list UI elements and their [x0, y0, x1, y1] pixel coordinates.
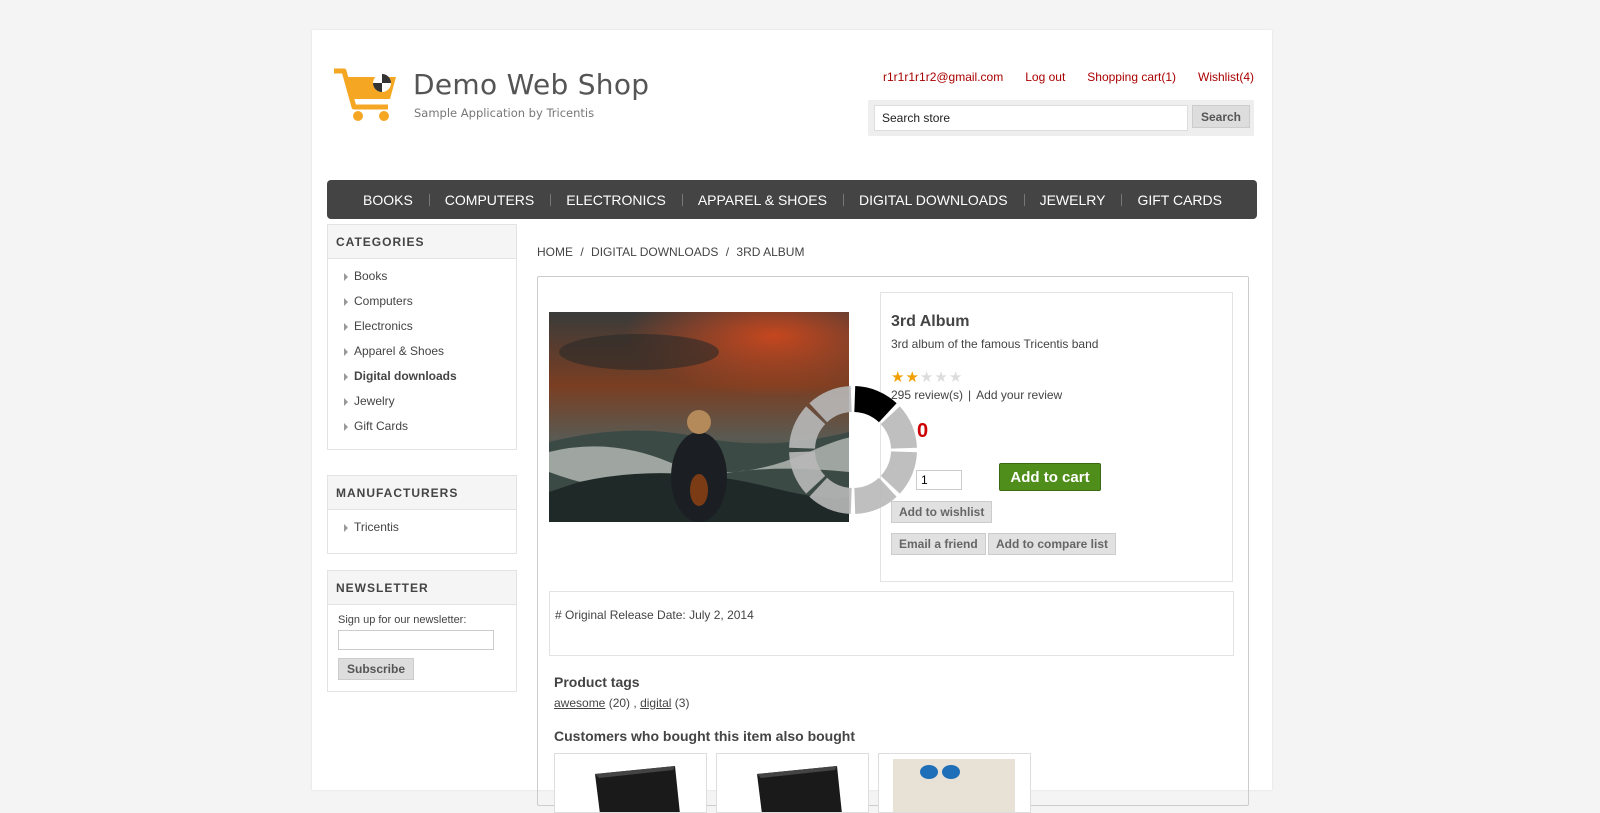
manufacturers-list: Tricentis: [328, 510, 516, 549]
manufacturer-tricentis[interactable]: Tricentis: [344, 520, 516, 545]
logout-link[interactable]: Log out: [1025, 70, 1065, 84]
account-link[interactable]: r1r1r1r1r2@gmail.com: [883, 70, 1003, 84]
newsletter-title: NEWSLETTER: [328, 571, 516, 605]
logo-title: Demo Web Shop: [413, 68, 650, 101]
shopping-cart-logo-icon: [334, 68, 396, 121]
full-description: # Original Release Date: July 2, 2014: [549, 591, 1234, 656]
tag-digital-link[interactable]: digital: [640, 696, 671, 710]
search-button[interactable]: Search: [1192, 105, 1250, 128]
email-a-friend-button[interactable]: Email a friend: [891, 533, 986, 555]
star-empty-icon: ★: [948, 369, 963, 386]
header-links: r1r1r1r1r2@gmail.com Log out Shopping ca…: [883, 70, 1254, 84]
product-thumbnail: [717, 754, 868, 812]
category-digital-downloads[interactable]: Digital downloads: [344, 369, 516, 394]
menu-item-electronics[interactable]: ELECTRONICS: [550, 192, 682, 208]
product-tags: awesome (20) , digital (3): [554, 696, 689, 710]
rating-stars: ★ ★ ★ ★ ★: [891, 370, 962, 385]
star-filled-icon: ★: [905, 369, 919, 386]
also-bought-item[interactable]: [554, 753, 707, 813]
menu-item-books[interactable]: BOOKS: [347, 192, 429, 208]
star-empty-icon: ★: [919, 369, 934, 386]
product-details: 3rd Album 3rd album of the famous Tricen…: [537, 276, 1249, 813]
also-bought-item[interactable]: [878, 753, 1031, 813]
tag-count: (20): [608, 696, 631, 710]
tag-count: (3): [674, 696, 690, 710]
quantity-input[interactable]: [916, 470, 962, 490]
product-short-description: 3rd album of the famous Tricentis band: [891, 337, 1099, 351]
category-apparel-shoes[interactable]: Apparel & Shoes: [344, 344, 516, 369]
tag-awesome-link[interactable]: awesome: [554, 696, 605, 710]
product-thumbnail: [879, 754, 1030, 812]
newsletter-block: NEWSLETTER Sign up for our newsletter: S…: [327, 570, 517, 692]
menu-item-computers[interactable]: COMPUTERS: [428, 192, 550, 208]
search-input[interactable]: [874, 105, 1188, 131]
loading-spinner-icon: [789, 386, 917, 514]
categories-block: CATEGORIES Books Computers Electronics A…: [327, 224, 517, 450]
wishlist-link[interactable]: Wishlist(4): [1198, 70, 1254, 84]
breadcrumb-separator: /: [725, 245, 730, 259]
add-review-link[interactable]: Add your review: [976, 388, 1062, 402]
also-bought-item[interactable]: [716, 753, 869, 813]
also-bought-title: Customers who bought this item also boug…: [554, 728, 855, 744]
category-jewelry[interactable]: Jewelry: [344, 394, 516, 419]
add-to-compare-button[interactable]: Add to compare list: [988, 533, 1117, 555]
site-logo[interactable]: Demo Web Shop Sample Application by Tric…: [332, 65, 649, 125]
breadcrumb-current: 3RD ALBUM: [736, 245, 805, 259]
breadcrumb-separator: /: [580, 245, 584, 259]
product-overview: 3rd Album 3rd album of the famous Tricen…: [880, 292, 1233, 582]
top-menu: BOOKS COMPUTERS ELECTRONICS APPAREL & SH…: [327, 180, 1257, 219]
newsletter-label: Sign up for our newsletter:: [338, 614, 467, 626]
newsletter-email-input[interactable]: [338, 630, 494, 650]
menu-item-gift-cards[interactable]: GIFT CARDS: [1121, 192, 1238, 208]
star-empty-icon: ★: [934, 369, 948, 386]
add-to-cart-button[interactable]: Add to cart: [999, 463, 1101, 491]
shopping-cart-link[interactable]: Shopping cart(1): [1087, 70, 1176, 84]
subscribe-button[interactable]: Subscribe: [338, 658, 415, 680]
reviews-separator: |: [968, 388, 972, 402]
product-price: 0: [917, 420, 929, 442]
categories-list: Books Computers Electronics Apparel & Sh…: [328, 259, 516, 448]
category-gift-cards[interactable]: Gift Cards: [344, 419, 516, 444]
tag-separator: ,: [633, 696, 637, 710]
product-tags-title: Product tags: [554, 674, 640, 690]
manufacturers-block: MANUFACTURERS Tricentis: [327, 475, 517, 554]
product-thumbnail: [555, 754, 706, 812]
menu-item-apparel-shoes[interactable]: APPAREL & SHOES: [681, 192, 843, 208]
breadcrumb-category[interactable]: DIGITAL DOWNLOADS: [591, 245, 718, 259]
manufacturers-title: MANUFACTURERS: [328, 476, 516, 510]
star-filled-icon: ★: [891, 369, 905, 386]
product-name: 3rd Album: [891, 313, 970, 330]
category-books[interactable]: Books: [344, 269, 516, 294]
search-box: Search: [868, 100, 1254, 136]
breadcrumb: HOME / DIGITAL DOWNLOADS / 3RD ALBUM: [537, 245, 804, 259]
categories-title: CATEGORIES: [328, 225, 516, 259]
logo-subtitle: Sample Application by Tricentis: [414, 106, 595, 120]
category-electronics[interactable]: Electronics: [344, 319, 516, 344]
menu-item-jewelry[interactable]: JEWELRY: [1023, 192, 1122, 208]
category-computers[interactable]: Computers: [344, 294, 516, 319]
menu-item-digital-downloads[interactable]: DIGITAL DOWNLOADS: [843, 192, 1024, 208]
breadcrumb-home[interactable]: HOME: [537, 245, 573, 259]
